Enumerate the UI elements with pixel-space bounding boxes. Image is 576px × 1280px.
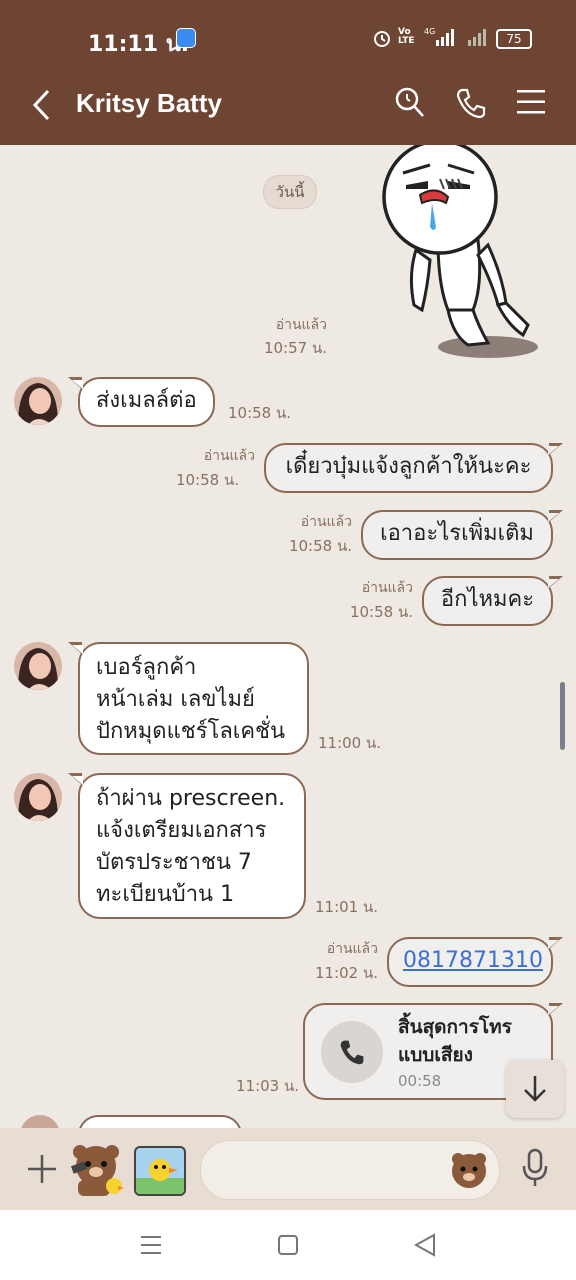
date-chip-label: วันนี้ — [275, 183, 305, 201]
message-time: 11:02 น. — [314, 964, 378, 982]
message-text: เดี๋ยวบุ๋มแจ้งลูกค้าให้นะคะ — [285, 454, 532, 479]
avatar[interactable] — [14, 642, 62, 690]
search-icon[interactable] — [394, 86, 426, 120]
read-receipt: อ่านแล้ว — [203, 448, 255, 464]
home-icon[interactable] — [277, 1234, 299, 1256]
message-time: 11:03 น. — [236, 1077, 300, 1095]
svg-text:4G: 4G — [424, 27, 435, 36]
system-nav-bar — [0, 1210, 576, 1280]
signal-icon: 4G — [424, 27, 486, 46]
contact-name[interactable]: Kritsy Batty — [76, 88, 222, 119]
avatar — [20, 1115, 60, 1128]
message-text: ส่งเมลล์ต่อ — [96, 388, 197, 413]
call-title-line1: สิ้นสุดการโทร — [398, 1016, 512, 1038]
status-time: 11:11 น. — [88, 32, 190, 57]
message-time: 11:01 น. — [315, 898, 379, 916]
message-bubble — [78, 1115, 242, 1128]
phone-handset-icon — [340, 1040, 364, 1065]
chevron-left-icon[interactable] — [30, 88, 52, 122]
status-bar: 11:11 น. Vo LTE 4G 75 — [0, 0, 576, 72]
microphone-icon[interactable] — [521, 1148, 549, 1188]
read-receipt: อ่านแล้ว — [361, 580, 413, 596]
call-duration: 00:58 — [398, 1072, 442, 1090]
phone-number-link[interactable]: 0817871310 — [403, 948, 543, 973]
network-label: Vo LTE — [398, 27, 415, 46]
read-receipt: อ่านแล้ว — [300, 514, 352, 530]
arrow-down-icon — [524, 1076, 546, 1102]
alarm-icon — [374, 31, 390, 47]
app-notification-icon — [176, 28, 196, 48]
message-time: 10:58 น. — [175, 471, 239, 489]
message-bubble[interactable]: เอาอะไรเพิ่มเติม — [361, 510, 563, 560]
avatar[interactable] — [14, 773, 62, 821]
message-bubble[interactable]: อีกไหมคะ — [422, 576, 563, 626]
crying-sticker[interactable] — [378, 145, 544, 360]
battery-icon: 75 — [496, 29, 532, 49]
message-text: อีกไหมคะ — [440, 587, 535, 612]
read-receipt: อ่านแล้ว — [326, 941, 378, 957]
date-chip: วันนี้ — [263, 175, 317, 209]
message-line: เบอร์ลูกค้า — [96, 655, 197, 680]
message-bubble[interactable]: ส่งเมลล์ต่อ — [68, 377, 215, 427]
call-title-line2: แบบเสียง — [398, 1044, 473, 1066]
plus-icon[interactable] — [26, 1153, 58, 1185]
message-time: 11:00 น. — [318, 734, 382, 752]
message-time: 10:57 น. — [263, 339, 327, 357]
avatar[interactable] — [14, 377, 62, 425]
message-time: 10:58 น. — [349, 603, 413, 621]
message-line: ถ้าผ่าน prescreen. — [96, 786, 286, 811]
message-line: ทะเบียนบ้าน 1 — [96, 882, 235, 907]
read-receipt: อ่านแล้ว — [275, 317, 327, 333]
message-line: ปักหมุดแชร์โลเคชั่น — [96, 719, 286, 744]
hamburger-menu-icon[interactable] — [517, 89, 545, 115]
message-time: 10:58 น. — [288, 537, 352, 555]
call-icon-circle — [321, 1021, 383, 1083]
phone-icon[interactable] — [455, 87, 487, 119]
chat-header: Kritsy Batty — [0, 72, 576, 145]
message-time: 10:58 น. — [228, 404, 292, 422]
sticker-shop-icon[interactable] — [134, 1146, 186, 1196]
message-text: เอาอะไรเพิ่มเติม — [380, 521, 534, 546]
message-line: แจ้งเตรียมเอกสาร — [96, 818, 267, 843]
message-bubble[interactable]: เดี๋ยวบุ๋มแจ้งลูกค้าให้นะคะ — [264, 443, 563, 493]
scroll-indicator[interactable] — [560, 682, 565, 750]
message-bubble[interactable]: ถ้าผ่าน prescreen. แจ้งเตรียมเอกสาร บัตร… — [68, 773, 306, 919]
message-input[interactable] — [200, 1140, 500, 1200]
sticker-bear-icon[interactable] — [68, 1140, 124, 1198]
message-bubble[interactable]: เบอร์ลูกค้า หน้าเล่ม เลขไมย์ ปักหมุดแชร์… — [68, 642, 309, 755]
scroll-down-button[interactable] — [506, 1060, 564, 1118]
chat-area[interactable]: วันนี้ อ่านแล้ว 10:57 น. ส่งเมลล์ต่อ 10:… — [0, 145, 576, 1128]
back-triangle-icon[interactable] — [414, 1233, 436, 1257]
message-line: หน้าเล่ม เลขไมย์ — [96, 687, 255, 712]
message-bubble[interactable]: 0817871310 — [387, 937, 563, 987]
message-line: บัตรประชาชน 7 — [96, 850, 252, 875]
message-input-bar — [0, 1128, 576, 1210]
recent-apps-icon[interactable] — [140, 1234, 162, 1256]
bear-emoji-icon[interactable] — [449, 1151, 489, 1189]
battery-level: 75 — [506, 32, 522, 46]
